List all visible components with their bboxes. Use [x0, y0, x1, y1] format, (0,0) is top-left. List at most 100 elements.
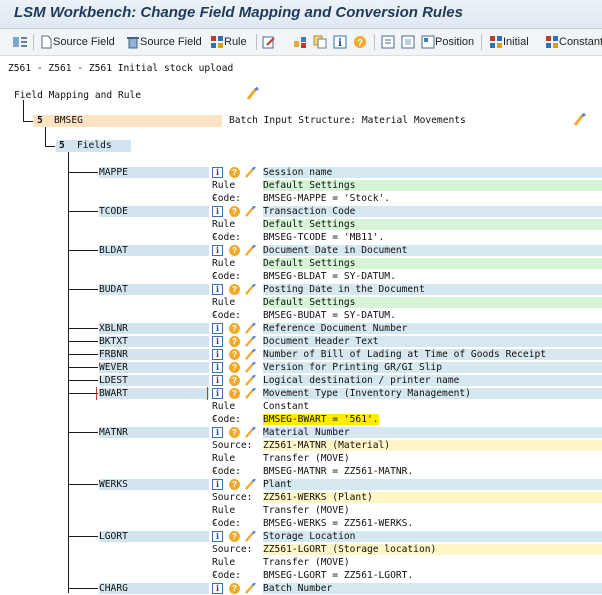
info-icon[interactable]: i: [212, 206, 223, 217]
root-pencil-icon[interactable]: [246, 87, 260, 101]
info-icon[interactable]: i: [212, 375, 223, 386]
edit-rule-icon[interactable]: [245, 375, 256, 386]
rule-value: Default Settings: [263, 258, 602, 269]
code-label: Code:: [212, 518, 241, 529]
constant-button[interactable]: Constant: [545, 33, 602, 51]
code-value: BMSEG-WERKS = ZZ561-WERKS.: [263, 518, 414, 529]
collapse-button[interactable]: [401, 33, 415, 51]
help-icon[interactable]: ?: [229, 583, 240, 594]
initial-button[interactable]: Initial: [489, 33, 529, 51]
edit-rule-icon[interactable]: [245, 531, 256, 542]
rule-label: Rule: [224, 36, 247, 48]
source-value: ZZ561-MATNR (Material): [263, 440, 602, 451]
edit-rule-icon[interactable]: [245, 388, 256, 399]
info-icon[interactable]: i: [212, 245, 223, 256]
field-description: Reference Document Number: [263, 323, 602, 334]
code-value: BMSEG-MAPPE = 'Stock'.: [263, 193, 391, 204]
edit-rule-icon[interactable]: [245, 206, 256, 217]
source-label: Source:: [212, 492, 253, 503]
info-icon[interactable]: i: [212, 349, 223, 360]
edit-rule-icon[interactable]: [245, 427, 256, 438]
source-field-button[interactable]: Source Field: [40, 33, 115, 51]
edit-rule-icon[interactable]: [245, 349, 256, 360]
rule-value: Default Settings: [263, 297, 602, 308]
field-description: Batch Number: [263, 583, 602, 594]
help-icon[interactable]: ?: [229, 167, 240, 178]
rule-button[interactable]: Rule: [210, 33, 247, 51]
document-icon: [41, 35, 52, 49]
info-icon[interactable]: i: [212, 336, 223, 347]
rule-value: Transfer (MOVE): [263, 453, 350, 464]
help-icon[interactable]: ?: [229, 531, 240, 542]
window-title: LSM Workbench: Change Field Mapping and …: [14, 4, 463, 21]
info-icon[interactable]: i: [212, 388, 223, 399]
edit-rule-icon[interactable]: [245, 284, 256, 295]
edit-rule-icon[interactable]: [245, 479, 256, 490]
code-label: Code:: [212, 570, 241, 581]
structure-description: Batch Input Structure: Material Movement…: [229, 115, 466, 126]
info-icon[interactable]: i: [212, 284, 223, 295]
code-label: Code:: [212, 193, 241, 204]
help-icon[interactable]: ?: [229, 245, 240, 256]
edit-rule-icon[interactable]: [245, 167, 256, 178]
source-value: ZZ561-LGORT (Storage location): [263, 544, 602, 555]
fields-level: 5: [59, 140, 65, 151]
edit-rule-icon[interactable]: [245, 245, 256, 256]
copy-button[interactable]: [313, 33, 327, 51]
rule-value: Constant: [263, 401, 310, 412]
help-icon[interactable]: ?: [229, 349, 240, 360]
help-icon[interactable]: ?: [229, 388, 240, 399]
expand-icon: [381, 35, 395, 49]
collapse-icon: [401, 35, 415, 49]
field-description: Document Header Text: [263, 336, 602, 347]
help-icon[interactable]: ?: [229, 375, 240, 386]
field-description: Version for Printing GR/GI Slip: [263, 362, 602, 373]
help-icon[interactable]: ?: [229, 479, 240, 490]
info-icon[interactable]: i: [212, 323, 223, 334]
info-icon[interactable]: i: [212, 167, 223, 178]
title-bar: LSM Workbench: Change Field Mapping and …: [0, 0, 602, 29]
structure-pencil-icon[interactable]: [573, 113, 587, 127]
edit-rule-icon[interactable]: [245, 336, 256, 347]
delete-source-field-button[interactable]: Source Field: [126, 33, 202, 51]
expand-button[interactable]: [381, 33, 395, 51]
info-icon[interactable]: i: [212, 427, 223, 438]
code-value: BMSEG-MATNR = ZZ561-MATNR.: [263, 466, 414, 477]
svg-text:?: ?: [357, 38, 363, 49]
tree-root-label: Field Mapping and Rule: [14, 90, 142, 101]
rule-value: Transfer (MOVE): [263, 557, 350, 568]
hierarchy-button[interactable]: [293, 33, 307, 51]
help-icon[interactable]: ?: [229, 284, 240, 295]
help-button[interactable]: ?: [353, 33, 367, 51]
help-icon[interactable]: ?: [229, 206, 240, 217]
code-value: BMSEG-LGORT = ZZ561-LGORT.: [263, 570, 414, 581]
position-button[interactable]: Position: [421, 33, 474, 51]
code-label: Code:: [212, 232, 241, 243]
help-icon[interactable]: ?: [229, 323, 240, 334]
info-icon[interactable]: i: [212, 479, 223, 490]
edit-rule-icon[interactable]: [245, 362, 256, 373]
layout-toggle-button[interactable]: [12, 33, 28, 51]
info-button[interactable]: i: [333, 33, 347, 51]
copy-icon: [313, 35, 327, 49]
code-value: BMSEG-TCODE = 'MB11'.: [263, 232, 385, 243]
application-toolbar: Source Field Source Field Rule i ? Posit…: [0, 29, 602, 56]
help-icon[interactable]: ?: [229, 362, 240, 373]
help-icon[interactable]: ?: [229, 336, 240, 347]
edit-rule-icon[interactable]: [245, 323, 256, 334]
help-icon: ?: [354, 36, 366, 49]
edit-button[interactable]: [262, 33, 276, 51]
field-description: Number of Bill of Lading at Time of Good…: [263, 349, 602, 360]
info-icon[interactable]: i: [212, 362, 223, 373]
help-icon[interactable]: ?: [229, 427, 240, 438]
info-icon[interactable]: i: [212, 583, 223, 594]
field-description: Logical destination / printer name: [263, 375, 602, 386]
info-icon[interactable]: i: [212, 531, 223, 542]
fields-label: Fields: [77, 140, 112, 151]
mapping-tree: Field Mapping and Rule 5 BMSEG Batch Inp…: [0, 56, 602, 594]
edit-rule-icon[interactable]: [245, 583, 256, 594]
initial-icon: [490, 36, 502, 48]
code-value: BMSEG-BWART = '561'.: [263, 414, 379, 425]
field-description: Document Date in Document: [263, 245, 602, 256]
field-description: Storage Location: [263, 531, 602, 542]
